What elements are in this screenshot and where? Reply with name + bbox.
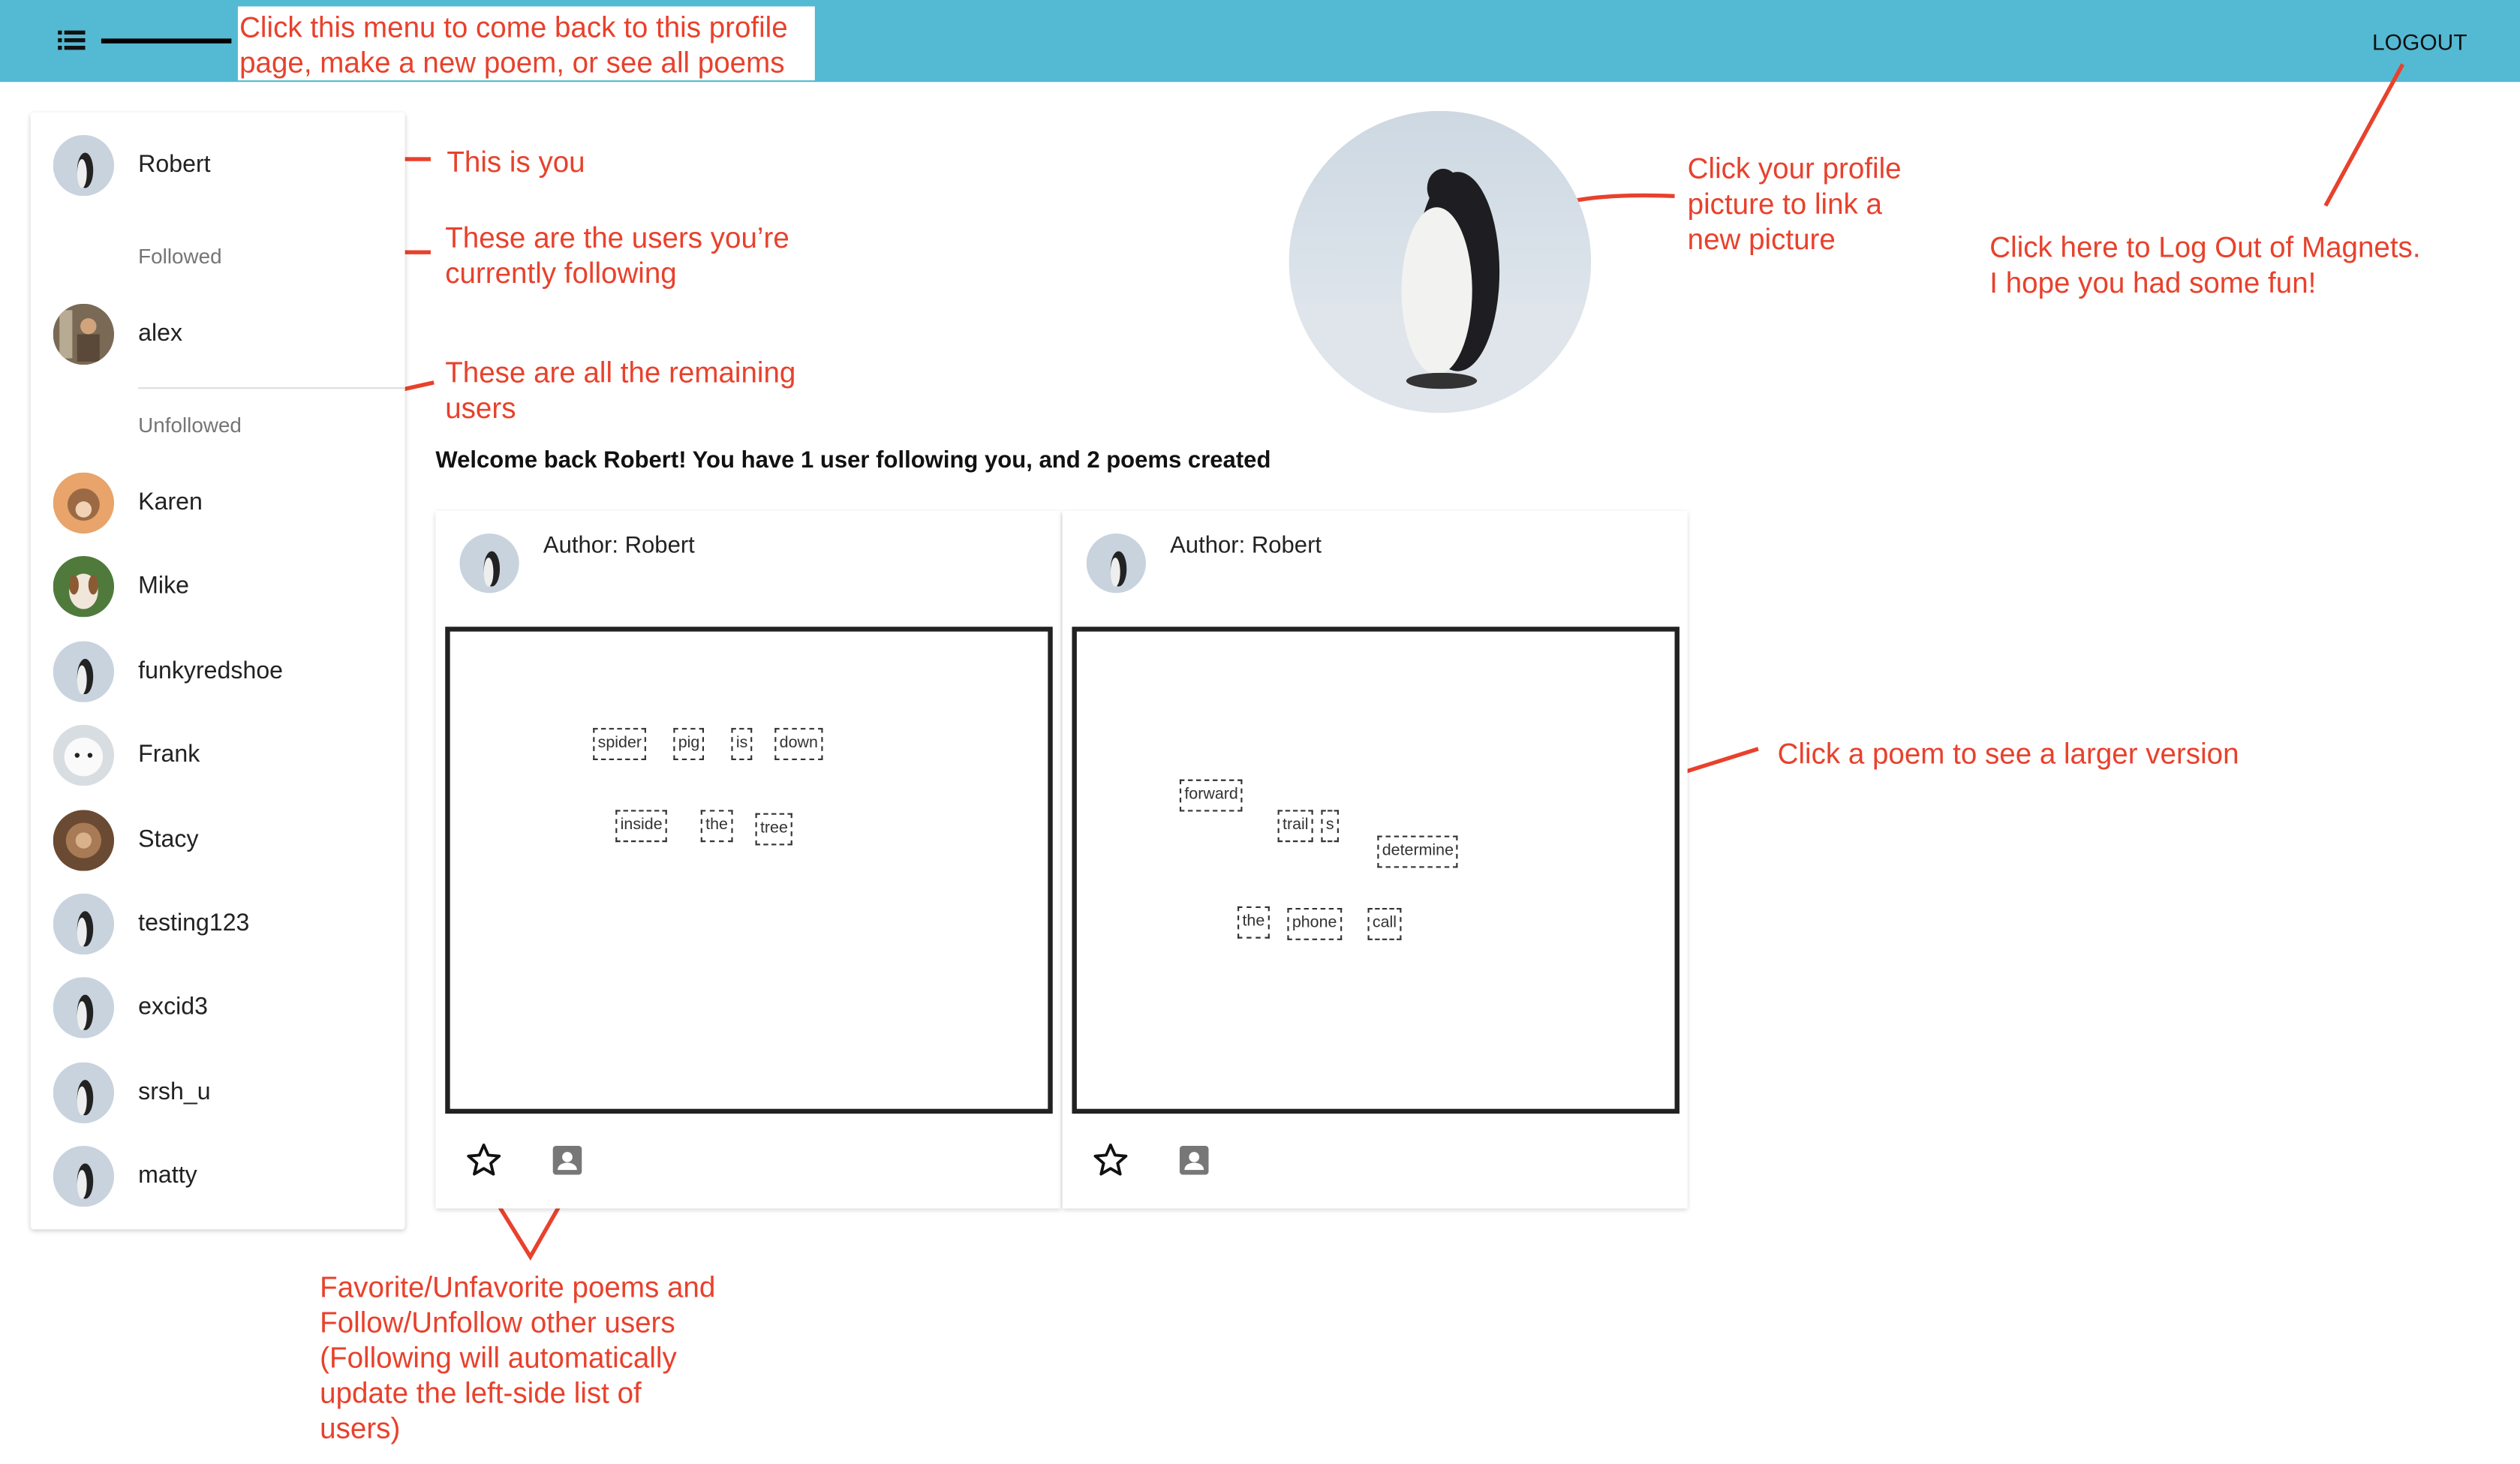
annotation-text: I hope you had some fun! bbox=[1989, 266, 2317, 299]
followed-section-label: Followed bbox=[138, 244, 222, 269]
avatar bbox=[53, 472, 115, 534]
sidebar-item-user[interactable]: testing123 bbox=[31, 888, 405, 959]
avatar bbox=[53, 725, 115, 786]
unfollowed-section-label: Unfollowed bbox=[138, 413, 242, 437]
magnet-word: is bbox=[731, 728, 753, 760]
poem-author: Author: Robert bbox=[1170, 534, 1322, 560]
avatar bbox=[53, 977, 115, 1039]
magnet-word: call bbox=[1367, 908, 1402, 940]
sidebar-item-user[interactable]: excid3 bbox=[31, 973, 405, 1044]
annotation-text: These are the users you’re bbox=[445, 221, 789, 254]
magnet-word: spider bbox=[593, 728, 647, 760]
user-name: Frank bbox=[138, 741, 200, 769]
user-name: testing123 bbox=[138, 909, 250, 937]
annotation-text: users) bbox=[320, 1412, 401, 1445]
poem-author: Author: Robert bbox=[543, 534, 695, 560]
annotation-text: (Following will automatically bbox=[320, 1342, 677, 1375]
poem-card: Author: Robert forward trail s determine the… bbox=[1062, 511, 1688, 1209]
annotation-text: currently following bbox=[445, 257, 677, 290]
annotation-text: This is you bbox=[447, 146, 585, 179]
annotation-text: Click a poem to see a larger version bbox=[1777, 737, 2239, 770]
avatar bbox=[53, 134, 115, 197]
annotation-text: Follow/Unfollow other users bbox=[320, 1306, 675, 1339]
user-name: excid3 bbox=[138, 994, 209, 1021]
magnet-word: pig bbox=[673, 728, 705, 760]
user-name: srsh_u bbox=[138, 1078, 211, 1105]
sidebar-item-user[interactable]: Karen bbox=[31, 467, 405, 538]
sidebar-item-current-user[interactable]: Robert bbox=[31, 130, 405, 200]
magnet-word: forward bbox=[1179, 779, 1243, 812]
sidebar-item-user[interactable]: funkyredshoe bbox=[31, 636, 405, 707]
user-name: funkyredshoe bbox=[138, 657, 284, 684]
avatar bbox=[53, 893, 115, 955]
user-sidebar: Robert Followed alex Unfollowed Karen Mi… bbox=[30, 112, 405, 1230]
annotation-text: Click your profile bbox=[1687, 152, 1902, 185]
sidebar-item-user[interactable]: srsh_u bbox=[31, 1057, 405, 1128]
annotation-text: users bbox=[445, 392, 516, 425]
annotation-text: picture to link a bbox=[1687, 188, 1882, 221]
avatar bbox=[53, 1062, 115, 1123]
poem-canvas[interactable]: spider pig is down inside the tree bbox=[445, 627, 1053, 1114]
profile-picture[interactable] bbox=[1289, 110, 1592, 413]
magnet-word: down bbox=[774, 728, 823, 760]
avatar bbox=[53, 303, 115, 365]
avatar bbox=[53, 809, 115, 870]
poem-canvas[interactable]: forward trail s determine the phone call bbox=[1072, 627, 1679, 1114]
magnet-word: inside bbox=[615, 810, 668, 843]
sidebar-item-user[interactable]: matty bbox=[31, 1141, 405, 1212]
magnet-word: the bbox=[700, 810, 733, 843]
annotation-text: new picture bbox=[1687, 223, 1836, 256]
avatar bbox=[53, 1146, 115, 1207]
magnet-word: trail bbox=[1277, 810, 1313, 843]
sidebar-item-user[interactable]: Stacy bbox=[31, 804, 405, 875]
annotation-text: update the left-side list of bbox=[320, 1377, 642, 1410]
follow-user-account-box-icon[interactable] bbox=[1175, 1141, 1213, 1180]
sidebar-item-user[interactable]: Mike bbox=[31, 552, 405, 622]
user-name: Karen bbox=[138, 489, 203, 516]
welcome-message: Welcome back Robert! You have 1 user fol… bbox=[435, 448, 1271, 474]
avatar bbox=[53, 556, 115, 618]
magnet-word: phone bbox=[1287, 908, 1342, 940]
annotation-text: Click here to Log Out of Magnets. bbox=[1989, 231, 2421, 264]
user-name: alex bbox=[138, 320, 183, 347]
user-name: matty bbox=[138, 1162, 197, 1190]
sidebar-item-user[interactable]: alex bbox=[31, 299, 405, 369]
author-avatar bbox=[1086, 534, 1146, 594]
user-name: Mike bbox=[138, 573, 190, 600]
user-name: Stacy bbox=[138, 825, 199, 853]
user-name: Robert bbox=[138, 151, 211, 179]
annotation-text: These are all the remaining bbox=[445, 356, 796, 389]
annotation-text: Favorite/Unfavorite poems and bbox=[320, 1271, 716, 1303]
poem-card: Author: Robert spider pig is down inside the t… bbox=[435, 511, 1061, 1209]
magnet-word: the bbox=[1237, 906, 1270, 939]
magnet-word: tree bbox=[755, 813, 793, 846]
favorite-star-icon[interactable] bbox=[1091, 1141, 1129, 1180]
magnet-word: determine bbox=[1377, 835, 1459, 868]
magnet-word: s bbox=[1321, 810, 1339, 843]
follow-user-account-box-icon[interactable] bbox=[548, 1141, 586, 1180]
favorite-star-icon[interactable] bbox=[465, 1141, 503, 1180]
divider bbox=[138, 387, 405, 389]
author-avatar bbox=[459, 534, 519, 594]
sidebar-item-user[interactable]: Frank bbox=[31, 720, 405, 791]
avatar bbox=[53, 641, 115, 702]
